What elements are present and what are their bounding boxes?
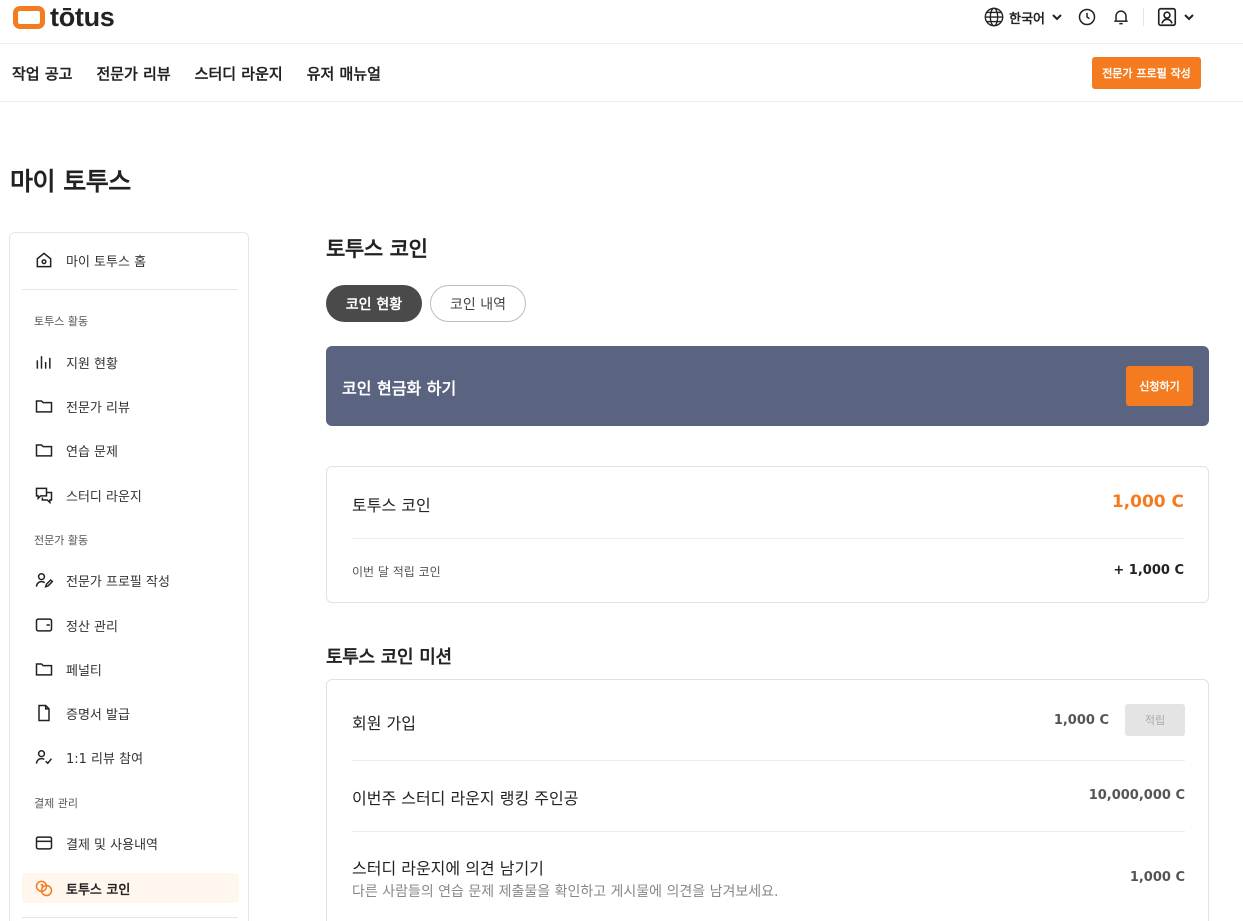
tab-coin-history[interactable]: 코인 내역 [430, 285, 526, 322]
nav-item-expert-review[interactable]: 전문가 리뷰 [96, 63, 170, 84]
user-edit-icon [34, 570, 54, 590]
chat-bubbles-icon [34, 485, 54, 505]
tab-coin-status[interactable]: 코인 현황 [326, 285, 422, 322]
user-icon [1156, 6, 1178, 28]
create-expert-profile-button[interactable]: 전문가 프로필 작성 [1092, 57, 1201, 89]
coins-icon [34, 878, 54, 898]
folder-icon [34, 440, 54, 460]
mission-reward: 10,000,000 C [1088, 788, 1185, 803]
header-actions: 한국어 [983, 5, 1195, 29]
sidebar-item-review-participation[interactable]: 1:1 리뷰 참여 [22, 742, 239, 772]
sidebar-item-my-home[interactable]: 마이 토투스 홈 [22, 245, 239, 275]
sidebar-item-settlement[interactable]: 정산 관리 [22, 610, 239, 640]
document-icon [34, 703, 54, 723]
sidebar-item-study-lounge[interactable]: 스터디 라운지 [22, 480, 239, 510]
language-selector[interactable]: 한국어 [983, 6, 1063, 28]
card-divider [352, 538, 1184, 539]
credit-card-icon [34, 833, 54, 853]
coin-balance-card: 토투스 코인 1,000 C 이번 달 적립 코인 + 1,000 C [326, 466, 1209, 603]
sidebar-item-payments[interactable]: 결제 및 사용내역 [22, 828, 239, 858]
logo[interactable]: tōtus [13, 2, 115, 32]
chevron-down-icon [1051, 11, 1063, 23]
mission-label: 스터디 라운지에 의견 남기기 [352, 859, 544, 878]
profile-menu[interactable] [1156, 6, 1195, 28]
sidebar-item-label: 지원 현황 [66, 356, 118, 372]
sidebar-item-label: 스터디 라운지 [66, 489, 142, 505]
mission-label: 이번주 스터디 라운지 랭킹 주인공 [352, 789, 579, 808]
sidebar-item-expert-profile[interactable]: 전문가 프로필 작성 [22, 565, 239, 595]
sidebar: 마이 토투스 홈 토투스 활동 지원 현황 전문가 리뷰 연습 문제 스터디 라… [9, 232, 249, 921]
top-header: tōtus 한국어 [0, 0, 1243, 44]
sidebar-divider [22, 289, 238, 290]
sidebar-item-certificate[interactable]: 증명서 발급 [22, 698, 239, 728]
monthly-earned-label: 이번 달 적립 코인 [352, 565, 441, 579]
mission-row: 이번주 스터디 라운지 랭킹 주인공 10,000,000 C [352, 761, 1185, 832]
mission-section-title: 토투스 코인 미션 [326, 647, 452, 668]
nav-item-user-manual[interactable]: 유저 매뉴얼 [307, 63, 381, 84]
coin-amount: 1,000 C [1111, 492, 1184, 512]
banner-title: 코인 현금화 하기 [342, 379, 457, 398]
cashout-banner: 코인 현금화 하기 신청하기 [326, 346, 1209, 426]
section-title: 토투스 코인 [326, 237, 428, 261]
mission-row: 회원 가입 1,000 C 적립 [352, 680, 1185, 761]
coin-label: 토투스 코인 [352, 496, 431, 515]
header-divider [1143, 8, 1144, 26]
mission-description: 다른 사람들의 연습 문제 제출물을 확인하고 게시물에 의견을 남겨보세요. [352, 884, 779, 900]
mission-list: 회원 가입 1,000 C 적립 이번주 스터디 라운지 랭킹 주인공 10,0… [326, 679, 1209, 921]
main-nav: 작업 공고 전문가 리뷰 스터디 라운지 유저 매뉴얼 전문가 프로필 작성 [0, 45, 1243, 102]
bar-chart-icon [34, 352, 54, 372]
logo-text: tōtus [50, 2, 115, 32]
chevron-down-icon [1183, 11, 1195, 23]
wallet-icon [34, 615, 54, 635]
mission-row: 스터디 라운지에 의견 남기기 다른 사람들의 연습 문제 제출물을 확인하고 … [352, 832, 1185, 921]
sidebar-item-label: 연습 문제 [66, 444, 118, 460]
sidebar-item-application-status[interactable]: 지원 현황 [22, 347, 239, 377]
home-icon [34, 250, 54, 270]
monthly-earned-amount: + 1,000 C [1113, 563, 1184, 578]
mission-reward: 1,000 C [1129, 870, 1185, 885]
mission-label: 회원 가입 [352, 714, 416, 733]
sidebar-item-label: 전문가 프로필 작성 [66, 574, 170, 590]
sidebar-item-label: 1:1 리뷰 참여 [66, 751, 144, 767]
sidebar-item-label: 토투스 코인 [66, 882, 131, 898]
clock-icon[interactable] [1077, 7, 1097, 27]
nav-item-study-lounge[interactable]: 스터디 라운지 [195, 63, 283, 84]
nav-item-jobs[interactable]: 작업 공고 [12, 63, 72, 84]
claim-button[interactable]: 적립 [1125, 704, 1185, 736]
sidebar-item-label: 전문가 리뷰 [66, 400, 130, 416]
sidebar-item-label: 정산 관리 [66, 619, 118, 635]
sidebar-item-label: 마이 토투스 홈 [66, 254, 147, 270]
user-check-icon [34, 747, 54, 767]
mission-reward: 1,000 C [1053, 713, 1109, 728]
sidebar-divider [22, 917, 238, 918]
page-title: 마이 토투스 [10, 167, 131, 196]
logo-mark [13, 5, 45, 29]
folder-icon [34, 659, 54, 679]
sidebar-item-practice-problems[interactable]: 연습 문제 [22, 435, 239, 465]
sidebar-item-label: 증명서 발급 [66, 707, 130, 723]
globe-icon [983, 6, 1005, 28]
sidebar-section-title: 토투스 활동 [34, 315, 89, 328]
sidebar-item-label: 페널티 [66, 663, 102, 679]
language-label: 한국어 [1009, 11, 1045, 27]
sidebar-item-penalty[interactable]: 페널티 [22, 654, 239, 684]
sidebar-item-label: 결제 및 사용내역 [66, 837, 158, 853]
sidebar-item-expert-review[interactable]: 전문가 리뷰 [22, 391, 239, 421]
sidebar-section-title: 결제 관리 [34, 797, 78, 810]
apply-button[interactable]: 신청하기 [1126, 366, 1193, 406]
sidebar-item-totus-coin[interactable]: 토투스 코인 [22, 873, 239, 903]
folder-icon [34, 396, 54, 416]
sidebar-section-title: 전문가 활동 [34, 534, 89, 547]
bell-icon[interactable] [1111, 7, 1131, 27]
